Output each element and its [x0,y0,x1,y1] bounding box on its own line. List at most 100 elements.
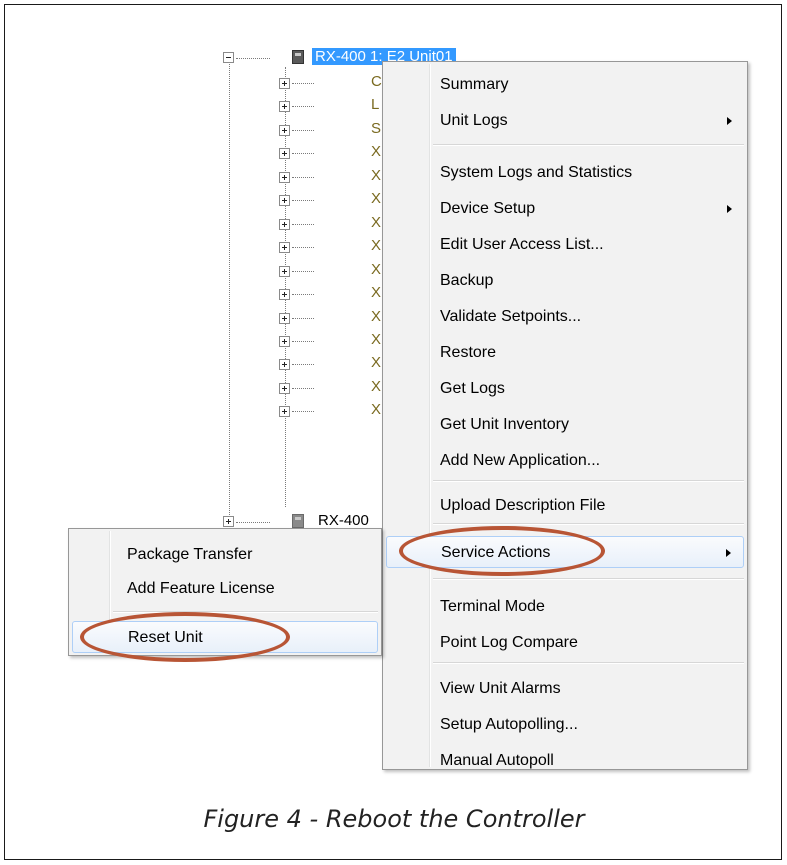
expand-icon[interactable] [279,218,290,230]
menu-item-upload-description-file[interactable]: Upload Description File [386,490,744,522]
menu-item-label: Point Log Compare [440,634,578,651]
menu-item-view-unit-alarms[interactable]: View Unit Alarms [386,673,744,705]
controller-unit-icon [292,50,304,64]
menu-separator [433,523,744,525]
menu-item-get-logs[interactable]: Get Logs [386,373,744,405]
tree-child-node[interactable]: C [371,73,382,90]
collapse-icon[interactable] [223,52,234,63]
menu-item-label: Get Logs [440,380,505,397]
highlight-oval-reset-unit [80,612,290,662]
menu-item-setup-autopolling[interactable]: Setup Autopolling... [386,709,744,741]
controller-unit-icon [292,514,304,528]
tree-child-node[interactable]: X [371,354,381,371]
menu-item-label: Get Unit Inventory [440,416,569,433]
expand-icon[interactable] [279,265,290,277]
submenu-arrow-icon [727,205,732,213]
expand-icon[interactable] [223,516,234,527]
tree-child-node[interactable]: X [371,331,381,348]
tree-branch-line [292,223,314,225]
expand-icon[interactable] [279,101,290,113]
tree-branch-line [292,317,314,319]
menu-item-validate-setpoints[interactable]: Validate Setpoints... [386,301,744,333]
expand-icon[interactable] [279,171,290,183]
menu-item-manual-autopoll[interactable]: Manual Autopoll [386,745,744,777]
menu-item-system-logs-and-statistics[interactable]: System Logs and Statistics [386,157,744,189]
menu-item-label: Setup Autopolling... [440,716,578,733]
menu-item-label: Summary [440,76,509,93]
tree-child-node[interactable]: X [371,378,381,395]
highlight-oval-service-actions [399,526,605,576]
expand-icon[interactable] [279,124,290,136]
submenu-arrow-icon [727,117,732,125]
tree-child-node[interactable]: X [371,401,381,418]
tree-branch-line [236,522,270,523]
menu-item-restore[interactable]: Restore [386,337,744,369]
menu-item-terminal-mode[interactable]: Terminal Mode [386,591,744,623]
menu-item-edit-user-access-list[interactable]: Edit User Access List... [386,229,744,261]
menu-item-summary[interactable]: Summary [386,69,744,101]
tree-child-node[interactable]: X [371,261,381,278]
tree-child-node[interactable]: X [371,308,381,325]
menu-item-label: Manual Autopoll [440,752,554,769]
tree-node-unit[interactable]: RX-400 [318,512,369,529]
tree-child-node[interactable]: X [371,143,381,160]
tree-branch-line [292,340,314,342]
menu-item-label: Package Transfer [127,546,253,563]
submenu-item-add-feature-license[interactable]: Add Feature License [72,573,378,605]
expand-icon[interactable] [279,312,290,324]
menu-item-unit-logs[interactable]: Unit Logs [386,105,744,137]
expand-icon[interactable] [279,242,290,254]
expand-icon[interactable] [279,78,290,89]
menu-item-add-new-application[interactable]: Add New Application... [386,445,744,477]
menu-separator [433,662,744,664]
tree-child-node[interactable]: X [371,167,381,184]
figure-frame: RX-400 1: E2 Unit01 CLSXXXXXXXXXXXX RX-4… [4,4,782,860]
tree-branch-line [292,270,314,272]
menu-item-label: Add Feature License [127,580,275,597]
tree-branch-line [292,129,314,131]
menu-item-label: Backup [440,272,494,289]
tree-child-node[interactable]: X [371,284,381,301]
tree-branch-line [292,411,314,413]
expand-icon[interactable] [279,335,290,347]
menu-item-point-log-compare[interactable]: Point Log Compare [386,627,744,659]
tree-child-node[interactable]: X [371,237,381,254]
menu-item-label: Upload Description File [440,497,606,514]
submenu-item-package-transfer[interactable]: Package Transfer [72,539,378,571]
submenu-arrow-icon [726,549,731,557]
tree-branch-line [292,153,314,155]
menu-item-device-setup[interactable]: Device Setup [386,193,744,225]
expand-icon[interactable] [279,359,290,371]
figure-caption: Figure 4 - Reboot the Controller [203,805,585,833]
tree-branch-line [292,83,314,84]
menu-item-label: Add New Application... [440,452,601,469]
expand-icon[interactable] [279,382,290,394]
menu-item-label: View Unit Alarms [440,680,561,697]
menu-separator [433,480,744,482]
menu-item-label: Terminal Mode [440,598,545,615]
menu-item-label: Validate Setpoints... [440,308,582,325]
expand-icon[interactable] [279,289,290,301]
tree-branch-line [292,106,314,108]
tree-root-line [229,58,230,521]
tree-branch-line [292,294,314,296]
tree-branch-line [292,364,314,366]
menu-item-backup[interactable]: Backup [386,265,744,297]
expand-icon[interactable] [279,148,290,160]
menu-item-label: System Logs and Statistics [440,164,633,181]
menu-item-label: Restore [440,344,497,361]
tree-branch-line [292,200,314,202]
menu-item-label: Device Setup [440,200,536,217]
expand-icon[interactable] [279,406,290,418]
menu-item-label: Unit Logs [440,112,508,129]
menu-item-get-unit-inventory[interactable]: Get Unit Inventory [386,409,744,441]
expand-icon[interactable] [279,195,290,207]
tree-child-node[interactable]: S [371,120,381,137]
tree-child-node[interactable]: L [371,96,379,113]
menu-separator [433,578,744,580]
menu-separator [433,144,744,146]
menu-item-label: Edit User Access List... [440,236,604,253]
tree-child-node[interactable]: X [371,190,381,207]
tree-child-node[interactable]: X [371,214,381,231]
tree-branch-line [292,176,314,178]
